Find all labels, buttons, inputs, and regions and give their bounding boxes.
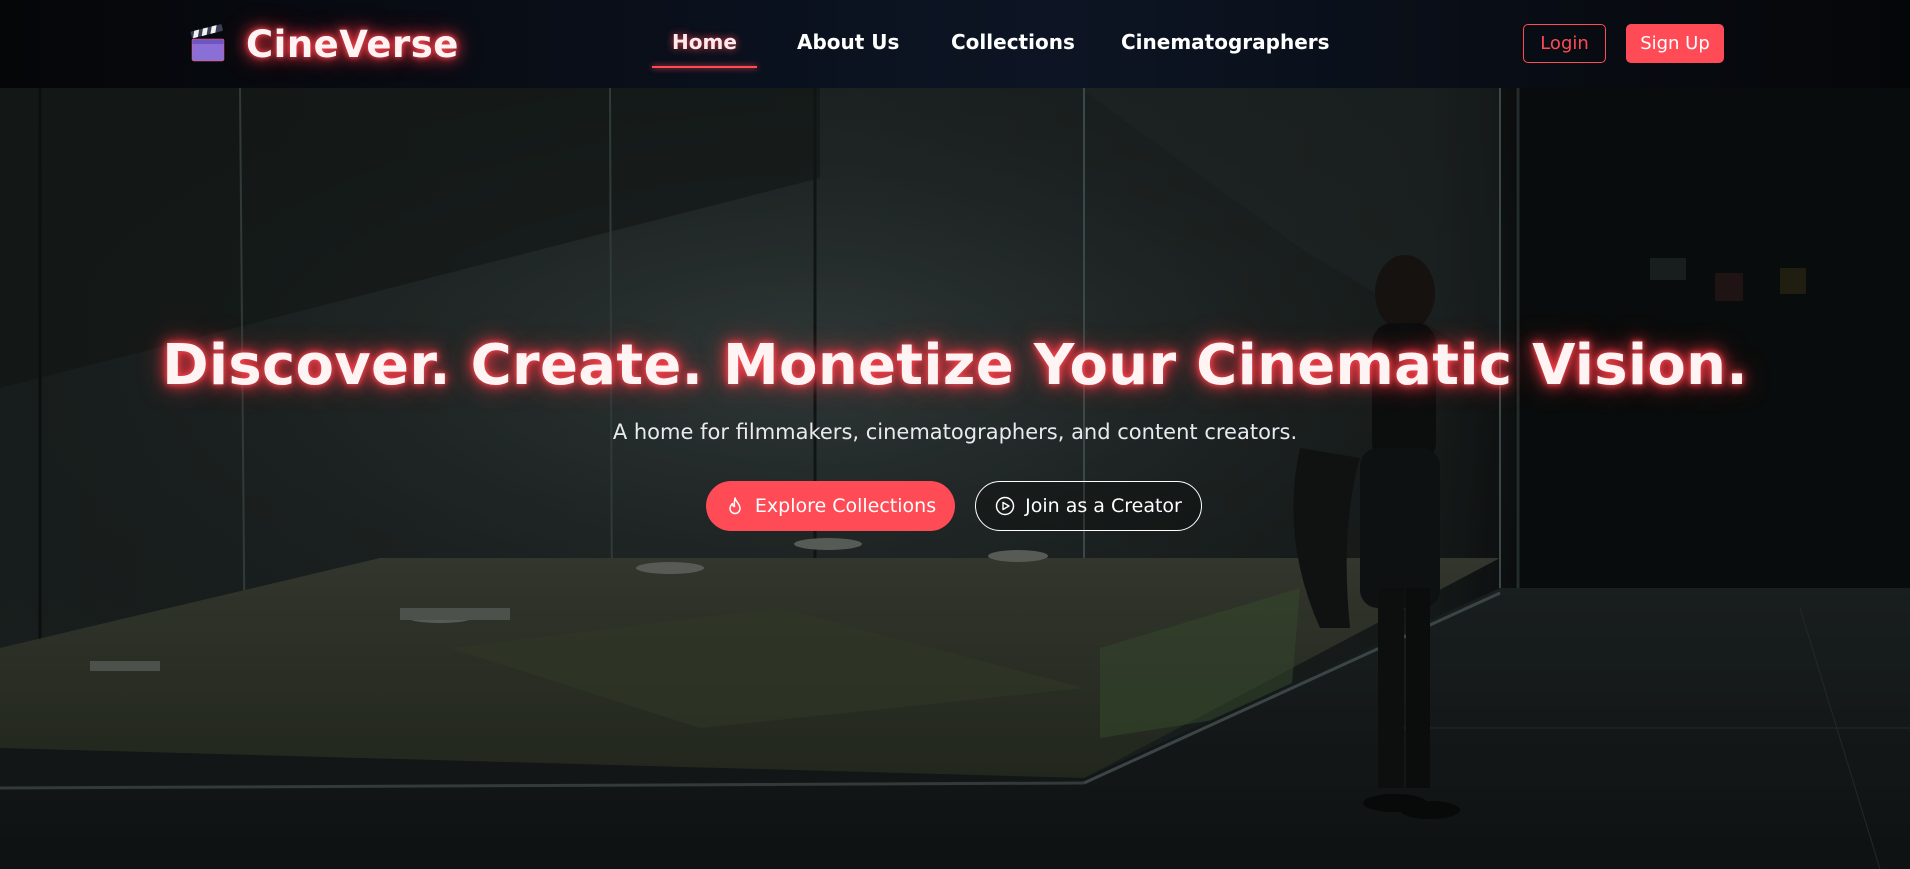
flame-icon — [729, 497, 741, 515]
join-as-creator-button[interactable]: Join as a Creator — [975, 481, 1202, 531]
signup-button[interactable]: Sign Up — [1626, 24, 1724, 63]
hero-subtitle: A home for filmmakers, cinematographers,… — [612, 420, 1298, 444]
top-navbar: CineVerse Home About Us Collections Cine… — [0, 0, 1910, 88]
hero-section: Discover. Create. Monetize Your Cinemati… — [0, 88, 1910, 869]
brand-logo[interactable]: CineVerse — [188, 20, 459, 68]
login-button[interactable]: Login — [1523, 24, 1606, 63]
nav-collections[interactable]: Collections — [951, 30, 1075, 54]
hero-content: Discover. Create. Monetize Your Cinemati… — [0, 88, 1910, 869]
explore-collections-label: Explore Collections — [754, 495, 937, 517]
nav-about-us[interactable]: About Us — [797, 30, 899, 54]
explore-collections-button[interactable]: Explore Collections — [706, 481, 955, 531]
nav-cinematographers[interactable]: Cinematographers — [1121, 30, 1330, 54]
play-circle-icon — [995, 496, 1015, 516]
brand-name: CineVerse — [246, 22, 459, 66]
hero-title: Discover. Create. Monetize Your Cinemati… — [162, 333, 1748, 398]
nav-home[interactable]: Home — [652, 30, 757, 68]
clapperboard-icon — [190, 24, 225, 62]
join-as-creator-label: Join as a Creator — [1025, 495, 1182, 517]
hero-cta-group: Explore Collections Join as a Creator — [706, 481, 1202, 531]
